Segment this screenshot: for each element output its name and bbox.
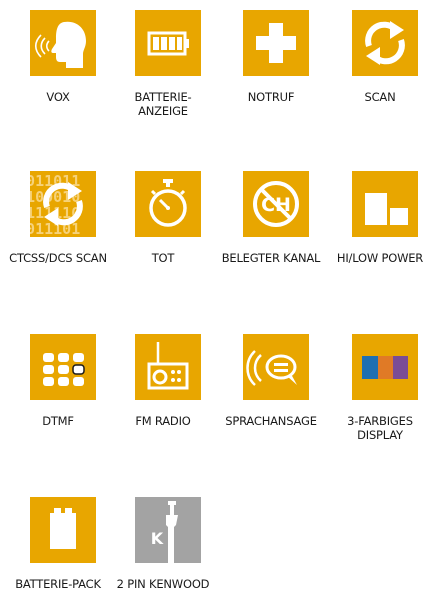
radio-icon: [147, 342, 189, 390]
feature-label: SPRACHANSAGE: [225, 414, 317, 428]
feature-label: NOTRUF: [247, 90, 295, 104]
feature-label: BATTERIE- ANZEIGE: [134, 90, 192, 118]
ch-glyph: CH: [261, 194, 291, 216]
feature-label: SCAN: [364, 90, 396, 104]
feature-label: 2 PIN KENWOOD: [116, 577, 210, 591]
color-display-icon: [362, 356, 408, 379]
feature-label: FM RADIO: [135, 414, 191, 428]
feature-tile: CH: [243, 171, 309, 237]
feature-tile: [30, 10, 96, 76]
feature-tile: [30, 334, 96, 400]
feature-label: BELEGTER KANAL: [221, 251, 321, 265]
channel-busy-icon: CH: [253, 181, 299, 227]
feature-label: 3-FARBIGES DISPLAY: [347, 414, 413, 442]
binary-cycle-icon: 10011011 11100010 10111110 01011101: [30, 172, 83, 237]
feature-tile: [135, 10, 201, 76]
speaking-head-icon: [34, 21, 86, 68]
feature-tile: 10011011 11100010 10111110 01011101: [30, 171, 96, 237]
feature-tile: [135, 171, 201, 237]
k-glyph: K: [151, 529, 164, 548]
feature-tile: [135, 334, 201, 400]
battery-icon: [147, 31, 189, 56]
feature-label: HI/LOW POWER: [336, 251, 424, 265]
feature-tile: K: [135, 497, 201, 563]
speech-bubble-icon: [246, 350, 297, 386]
power-blocks-icon: [365, 193, 408, 225]
feature-tile: [352, 171, 418, 237]
feature-tile: [30, 497, 96, 563]
feature-tile: [352, 334, 418, 400]
feature-tile: [352, 10, 418, 76]
cross-icon: [256, 23, 296, 63]
feature-label: TOT: [151, 251, 175, 265]
feature-tile: [243, 10, 309, 76]
stopwatch-icon: [149, 179, 187, 227]
cycle-arrows-icon: [365, 21, 405, 65]
keypad-icon: [43, 353, 85, 386]
feature-tile: [243, 334, 309, 400]
kenwood-plug-icon: K: [151, 501, 178, 563]
battery-pack-icon: [50, 508, 76, 549]
